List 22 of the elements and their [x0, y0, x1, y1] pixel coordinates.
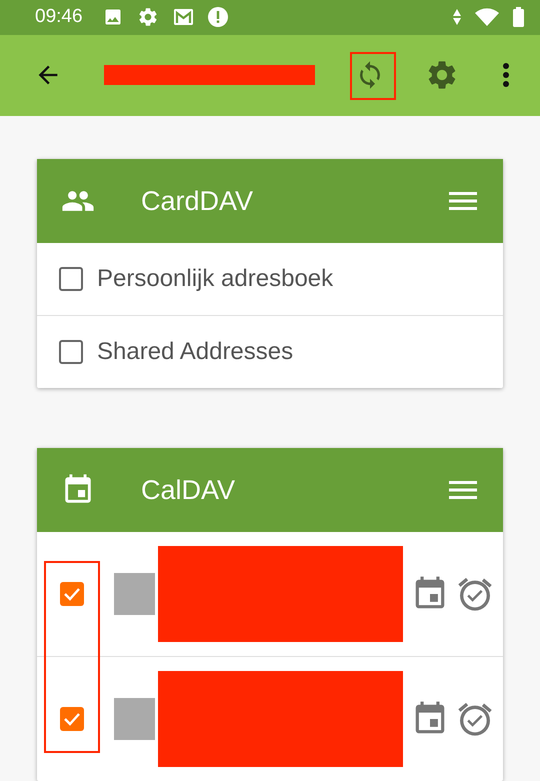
data-arrows-icon: [453, 9, 461, 26]
battery-icon: [513, 7, 524, 28]
checkbox[interactable]: [60, 707, 84, 731]
addressbook-name[interactable]: Shared Addresses: [97, 338, 294, 366]
mail-icon: [172, 8, 194, 26]
card-title: CalDAV: [141, 474, 236, 506]
addressbook-name[interactable]: Persoonlijk adresboek: [97, 265, 334, 293]
alert-icon: [208, 7, 228, 28]
check-icon: [63, 712, 81, 726]
checkbox[interactable]: [59, 267, 83, 291]
image-icon: [102, 7, 123, 28]
menu-icon: [449, 191, 477, 211]
check-icon: [63, 587, 81, 601]
card-title: CardDAV: [141, 186, 254, 216]
settings-icon: [136, 6, 159, 28]
more-icon: [502, 62, 510, 88]
status-time: 09:46: [35, 6, 83, 28]
highlight-frame: [350, 52, 396, 100]
wifi-icon: [475, 8, 499, 26]
checkbox[interactable]: [60, 582, 84, 606]
menu-icon: [449, 480, 477, 500]
checkbox[interactable]: [59, 340, 83, 364]
